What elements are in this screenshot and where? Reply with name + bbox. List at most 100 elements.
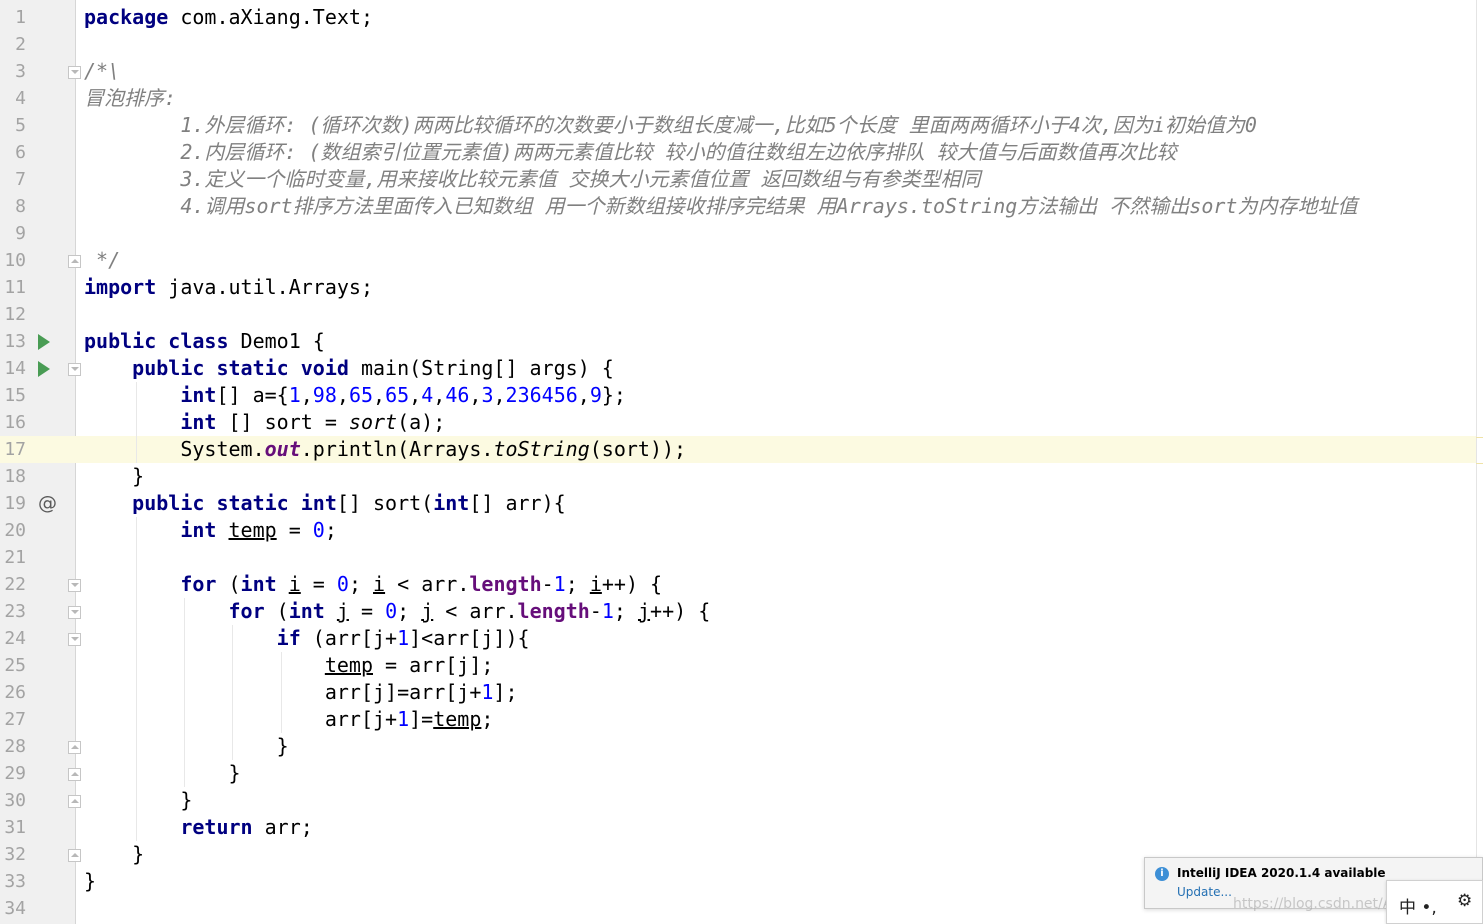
code-line[interactable]: 9	[0, 220, 1476, 247]
code-text[interactable]: return arr;	[84, 814, 312, 841]
code-line[interactable]: 27 arr[j+1]=temp;	[0, 706, 1476, 733]
override-at-icon[interactable]: @	[38, 492, 57, 514]
code-text[interactable]: }	[84, 868, 96, 895]
code-line[interactable]: 29 }	[0, 760, 1476, 787]
code-text[interactable]: package com.aXiang.Text;	[84, 4, 373, 31]
code-line[interactable]: 30 }	[0, 787, 1476, 814]
gutter-cell: 30	[0, 787, 81, 814]
fold-toggle-icon[interactable]	[68, 66, 81, 79]
line-number: 3	[15, 61, 26, 82]
code-line[interactable]: 17 System.out.println(Arrays.toString(so…	[0, 436, 1476, 463]
fold-toggle-icon[interactable]	[68, 633, 81, 646]
code-line[interactable]: 7 3.定义一个临时变量,用来接收比较元素值 交换大小元素值位置 返回数组与有参…	[0, 166, 1476, 193]
code-line[interactable]: 28 }	[0, 733, 1476, 760]
indent-guide	[136, 517, 138, 841]
code-text[interactable]: int [] sort = sort(a);	[84, 409, 445, 436]
code-text[interactable]: int[] a={1,98,65,65,4,46,3,236456,9};	[84, 382, 626, 409]
code-line[interactable]: 13 public class Demo1 {	[0, 328, 1476, 355]
line-number: 24	[4, 628, 26, 649]
code-line[interactable]: 19 @ public static int[] sort(int[] arr){	[0, 490, 1476, 517]
fold-toggle-icon[interactable]	[68, 255, 81, 268]
ime-mode-indicator[interactable]: 中 •,	[1399, 893, 1437, 918]
code-line[interactable]: 23 for (int j = 0; j < arr.length-1; j++…	[0, 598, 1476, 625]
code-text[interactable]: if (arr[j+1]<arr[j]){	[84, 625, 530, 652]
code-text[interactable]: int temp = 0;	[84, 517, 337, 544]
line-number: 13	[4, 331, 26, 352]
fold-toggle-icon[interactable]	[68, 795, 81, 808]
code-line[interactable]: 6 2.内层循环: (数组索引位置元素值)两两元素值比较 较小的值往数组左边依序…	[0, 139, 1476, 166]
code-line[interactable]: 5 1.外层循环: (循环次数)两两比较循环的次数要小于数组长度减一,比如5个长…	[0, 112, 1476, 139]
code-text[interactable]: 1.外层循环: (循环次数)两两比较循环的次数要小于数组长度减一,比如5个长度 …	[84, 112, 1257, 139]
code-text[interactable]: import java.util.Arrays;	[84, 274, 373, 301]
code-line[interactable]: 20 int temp = 0;	[0, 517, 1476, 544]
line-number: 2	[15, 34, 26, 55]
line-number: 1	[15, 7, 26, 28]
code-line[interactable]: 21	[0, 544, 1476, 571]
line-number: 14	[4, 358, 26, 379]
fold-toggle-icon[interactable]	[68, 741, 81, 754]
code-line[interactable]: 14 public static void main(String[] args…	[0, 355, 1476, 382]
code-text[interactable]: 3.定义一个临时变量,用来接收比较元素值 交换大小元素值位置 返回数组与有参类型…	[84, 166, 980, 193]
fold-toggle-icon[interactable]	[68, 849, 81, 862]
code-text[interactable]: 4.调用sort排序方法里面传入已知数组 用一个新数组接收排序完结果 用Arra…	[84, 193, 1357, 220]
gutter-cell: 15	[0, 382, 76, 409]
gutter-cell: 13	[0, 328, 76, 355]
line-number: 8	[15, 196, 26, 217]
code-text[interactable]: 冒泡排序:	[84, 85, 176, 112]
code-text[interactable]: arr[j+1]=temp;	[84, 706, 494, 733]
code-text[interactable]: }	[84, 463, 144, 490]
line-number: 26	[4, 682, 26, 703]
run-icon[interactable]	[38, 361, 50, 377]
code-line[interactable]: 8 4.调用sort排序方法里面传入已知数组 用一个新数组接收排序完结果 用Ar…	[0, 193, 1476, 220]
code-text[interactable]: */	[84, 247, 120, 274]
code-text[interactable]: arr[j]=arr[j+1];	[84, 679, 518, 706]
gutter-cell: 7	[0, 166, 76, 193]
gear-icon[interactable]: ⚙	[1457, 891, 1472, 911]
code-text[interactable]: public static int[] sort(int[] arr){	[84, 490, 566, 517]
code-line[interactable]: 24 if (arr[j+1]<arr[j]){	[0, 625, 1476, 652]
gutter-cell: 17	[0, 436, 76, 463]
code-text[interactable]: }	[84, 760, 240, 787]
code-text[interactable]: /*\	[84, 58, 120, 85]
line-number: 18	[4, 466, 26, 487]
gutter-cell: 5	[0, 112, 76, 139]
ime-toolbar[interactable]: 中 •, ⚙	[1386, 880, 1483, 924]
code-text[interactable]: for (int i = 0; i < arr.length-1; i++) {	[84, 571, 662, 598]
code-text[interactable]: }	[84, 733, 289, 760]
code-line[interactable]: 10 */	[0, 247, 1476, 274]
code-text[interactable]: for (int j = 0; j < arr.length-1; j++) {	[84, 598, 711, 625]
code-text[interactable]: temp = arr[j];	[84, 652, 494, 679]
code-line[interactable]: 3 /*\	[0, 58, 1476, 85]
code-line[interactable]: 11 import java.util.Arrays;	[0, 274, 1476, 301]
code-line[interactable]: 31 return arr;	[0, 814, 1476, 841]
code-line[interactable]: 26 arr[j]=arr[j+1];	[0, 679, 1476, 706]
code-line[interactable]: 18 }	[0, 463, 1476, 490]
fold-toggle-icon[interactable]	[68, 768, 81, 781]
code-line[interactable]: 25 temp = arr[j];	[0, 652, 1476, 679]
line-number: 16	[4, 412, 26, 433]
code-line[interactable]: 12	[0, 301, 1476, 328]
line-number: 17	[4, 439, 26, 460]
code-line[interactable]: 2	[0, 31, 1476, 58]
code-line[interactable]: 1 package com.aXiang.Text;	[0, 4, 1476, 31]
code-text[interactable]: }	[84, 841, 144, 868]
line-number: 21	[4, 547, 26, 568]
fold-toggle-icon[interactable]	[68, 579, 81, 592]
code-text[interactable]: System.out.println(Arrays.toString(sort)…	[84, 436, 686, 463]
code-text[interactable]: 2.内层循环: (数组索引位置元素值)两两元素值比较 较小的值往数组左边依序排队…	[84, 139, 1176, 166]
code-text[interactable]: public class Demo1 {	[84, 328, 325, 355]
fold-toggle-icon[interactable]	[68, 363, 81, 376]
code-text[interactable]: public static void main(String[] args) {	[84, 355, 614, 382]
fold-toggle-icon[interactable]	[68, 606, 81, 619]
gutter-cell: 18	[0, 463, 76, 490]
run-icon[interactable]	[38, 334, 50, 350]
gutter-cell: 31	[0, 814, 76, 841]
code-text[interactable]: }	[84, 787, 192, 814]
code-line[interactable]: 16 int [] sort = sort(a);	[0, 409, 1476, 436]
code-line[interactable]: 22 for (int i = 0; i < arr.length-1; i++…	[0, 571, 1476, 598]
code-line[interactable]: 15 int[] a={1,98,65,65,4,46,3,236456,9};	[0, 382, 1476, 409]
code-line[interactable]: 4 冒泡排序:	[0, 85, 1476, 112]
update-link[interactable]: Update...	[1177, 885, 1232, 899]
line-number: 4	[15, 88, 26, 109]
gutter-cell: 32	[0, 841, 81, 868]
